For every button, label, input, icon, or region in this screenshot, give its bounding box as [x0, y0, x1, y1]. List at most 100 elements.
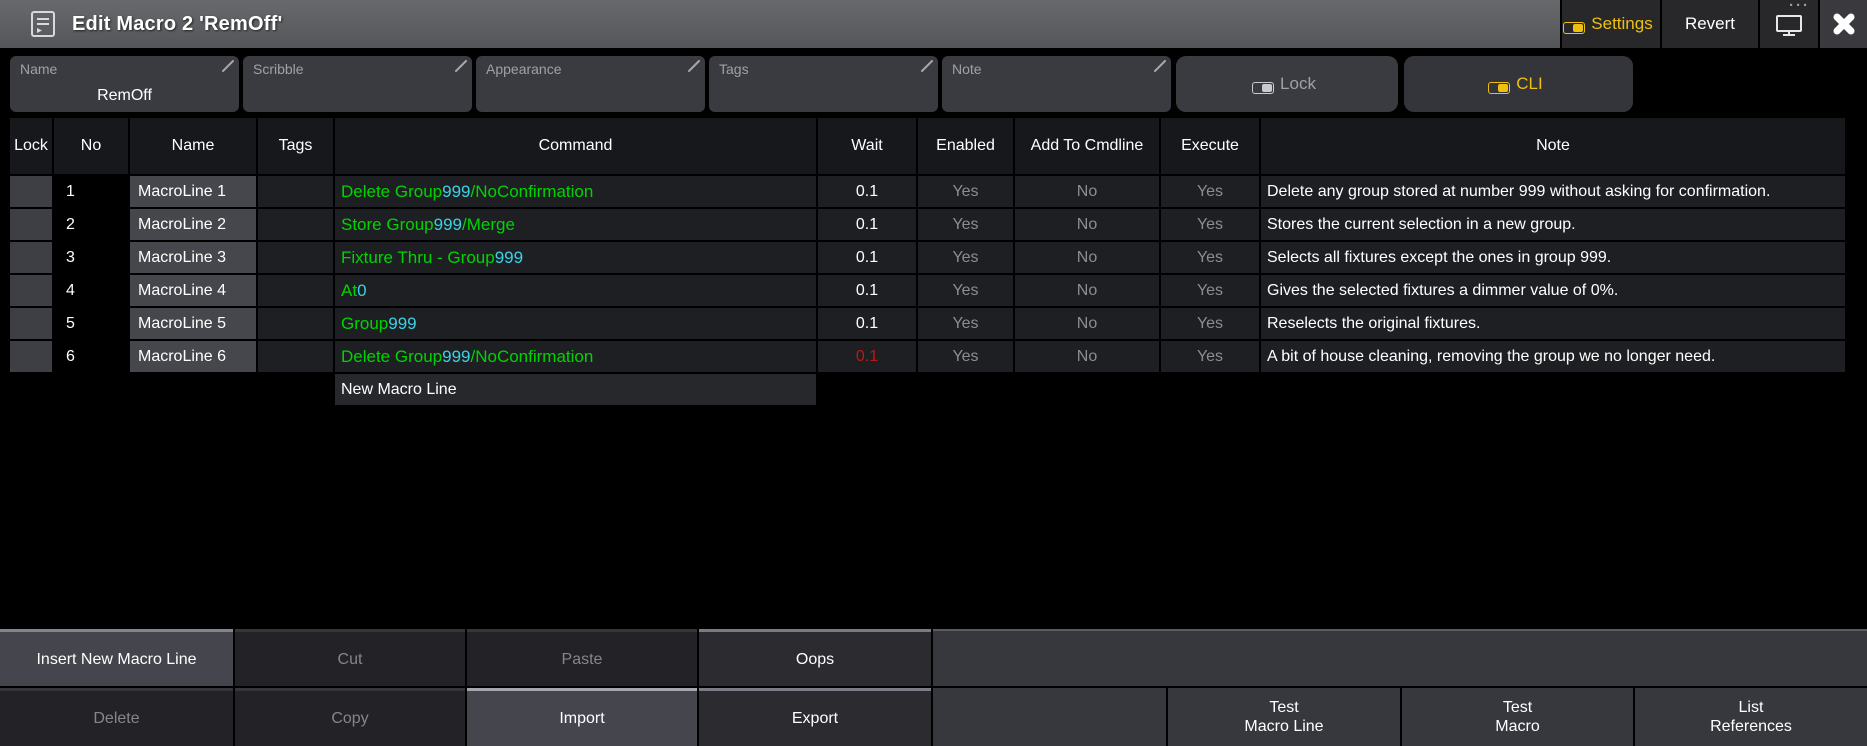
cell-wait[interactable]: 0.1 [818, 242, 916, 273]
cell-no[interactable]: 4 [54, 275, 128, 306]
cell-enabled[interactable]: Yes [918, 341, 1013, 372]
cell-name[interactable]: MacroLine 1 [130, 176, 256, 207]
field-scribble[interactable]: Scribble [243, 56, 472, 112]
cell-add-to-cmdline[interactable]: No [1015, 209, 1159, 240]
paste-button[interactable]: Paste [467, 629, 697, 686]
cell-add-to-cmdline[interactable]: No [1015, 275, 1159, 306]
field-appearance[interactable]: Appearance [476, 56, 705, 112]
monitor-icon [1774, 11, 1804, 37]
cell-wait[interactable]: 0.1 [818, 341, 916, 372]
insert-new-macro-line-button[interactable]: Insert New Macro Line [0, 629, 233, 686]
cell-name[interactable]: MacroLine 4 [130, 275, 256, 306]
column-header-name[interactable]: Name [130, 118, 256, 174]
cell-enabled[interactable]: Yes [918, 242, 1013, 273]
more-dots-icon: ··· [1789, 0, 1810, 14]
cell-execute[interactable]: Yes [1161, 308, 1259, 339]
cell-command[interactable]: Delete Group 999 /NoConfirmation [335, 176, 816, 207]
column-header-tags[interactable]: Tags [258, 118, 333, 174]
cell-lock[interactable] [10, 341, 52, 372]
cell-tags[interactable] [258, 341, 333, 372]
cell-name[interactable]: MacroLine 3 [130, 242, 256, 273]
settings-button[interactable]: Settings [1560, 0, 1660, 48]
cell-execute[interactable]: Yes [1161, 341, 1259, 372]
oops-button[interactable]: Oops [699, 629, 931, 686]
export-button[interactable]: Export [699, 688, 931, 746]
cell-execute[interactable]: Yes [1161, 176, 1259, 207]
screen-select-button[interactable]: ··· [1758, 0, 1818, 48]
column-header-no[interactable]: No [54, 118, 128, 174]
cell-tags[interactable] [258, 308, 333, 339]
cell-tags[interactable] [258, 209, 333, 240]
cell-enabled[interactable]: Yes [918, 209, 1013, 240]
new-macro-line-cell[interactable]: New Macro Line [335, 374, 816, 405]
cell-wait[interactable]: 0.1 [818, 209, 916, 240]
cell-command[interactable]: Store Group 999 /Merge [335, 209, 816, 240]
cell-no[interactable]: 2 [54, 209, 128, 240]
list-references-button[interactable]: ListReferences [1635, 688, 1867, 746]
lock-toggle-button[interactable]: Lock [1176, 56, 1398, 112]
column-header-enabled[interactable]: Enabled [918, 118, 1013, 174]
titlebar: Edit Macro 2 'RemOff' Settings Revert ··… [0, 0, 1867, 48]
cell-add-to-cmdline[interactable]: No [1015, 242, 1159, 273]
cli-toggle-button[interactable]: CLI [1404, 56, 1633, 112]
cell-lock[interactable] [10, 275, 52, 306]
close-button[interactable] [1818, 0, 1867, 48]
copy-button[interactable]: Copy [235, 688, 465, 746]
cell-note[interactable]: Selects all fixtures except the ones in … [1261, 242, 1845, 273]
cell-wait[interactable]: 0.1 [818, 275, 916, 306]
field-tags[interactable]: Tags [709, 56, 938, 112]
cell-no[interactable]: 3 [54, 242, 128, 273]
cell-note[interactable]: Delete any group stored at number 999 wi… [1261, 176, 1845, 207]
cell-note[interactable]: Gives the selected fixtures a dimmer val… [1261, 275, 1845, 306]
cell-enabled[interactable]: Yes [918, 308, 1013, 339]
cell-note[interactable]: A bit of house cleaning, removing the gr… [1261, 341, 1845, 372]
table-row: 4MacroLine 4At 00.1YesNoYesGives the sel… [10, 275, 1827, 306]
cell-execute[interactable]: Yes [1161, 242, 1259, 273]
cell-enabled[interactable]: Yes [918, 176, 1013, 207]
column-header-lock[interactable]: Lock [10, 118, 52, 174]
cell-name[interactable]: MacroLine 5 [130, 308, 256, 339]
cell-lock[interactable] [10, 176, 52, 207]
cell-no[interactable]: 6 [54, 341, 128, 372]
cut-button[interactable]: Cut [235, 629, 465, 686]
column-header-wait[interactable]: Wait [818, 118, 916, 174]
cell-lock[interactable] [10, 242, 52, 273]
cell-no[interactable]: 1 [54, 176, 128, 207]
cell-tags[interactable] [258, 176, 333, 207]
column-header-note[interactable]: Note [1261, 118, 1845, 174]
lock-button-label: Lock [1280, 74, 1316, 94]
cell-name[interactable]: MacroLine 6 [130, 341, 256, 372]
cell-add-to-cmdline[interactable]: No [1015, 176, 1159, 207]
cell-lock[interactable] [10, 308, 52, 339]
cell-command[interactable]: Group 999 [335, 308, 816, 339]
cell-add-to-cmdline[interactable]: No [1015, 308, 1159, 339]
cell-execute[interactable]: Yes [1161, 209, 1259, 240]
revert-button[interactable]: Revert [1660, 0, 1758, 48]
field-name[interactable]: NameRemOff [10, 56, 239, 112]
import-button[interactable]: Import [467, 688, 697, 746]
column-header-command[interactable]: Command [335, 118, 816, 174]
cell-enabled[interactable]: Yes [918, 275, 1013, 306]
column-header-execute[interactable]: Execute [1161, 118, 1259, 174]
test-macro-button[interactable]: TestMacro [1402, 688, 1633, 746]
cell-command[interactable]: Delete Group 999 /NoConfirmation [335, 341, 816, 372]
cell-no[interactable]: 5 [54, 308, 128, 339]
cell-note[interactable]: Stores the current selection in a new gr… [1261, 209, 1845, 240]
cell-lock[interactable] [10, 209, 52, 240]
delete-button[interactable]: Delete [0, 688, 233, 746]
cell-tags[interactable] [258, 275, 333, 306]
cell-add-to-cmdline[interactable]: No [1015, 341, 1159, 372]
cell-name[interactable]: MacroLine 2 [130, 209, 256, 240]
test-macro-line-button[interactable]: TestMacro Line [1168, 688, 1400, 746]
cell-note[interactable]: Reselects the original fixtures. [1261, 308, 1845, 339]
cell-wait[interactable]: 0.1 [818, 176, 916, 207]
table-row: 3MacroLine 3Fixture Thru - Group 9990.1Y… [10, 242, 1827, 273]
cell-command[interactable]: Fixture Thru - Group 999 [335, 242, 816, 273]
column-header-add-to-cmdline[interactable]: Add To Cmdline [1015, 118, 1159, 174]
cell-wait[interactable]: 0.1 [818, 308, 916, 339]
cell-tags[interactable] [258, 242, 333, 273]
edit-pencil-icon [221, 60, 234, 73]
cell-command[interactable]: At 0 [335, 275, 816, 306]
field-note[interactable]: Note [942, 56, 1171, 112]
cell-execute[interactable]: Yes [1161, 275, 1259, 306]
